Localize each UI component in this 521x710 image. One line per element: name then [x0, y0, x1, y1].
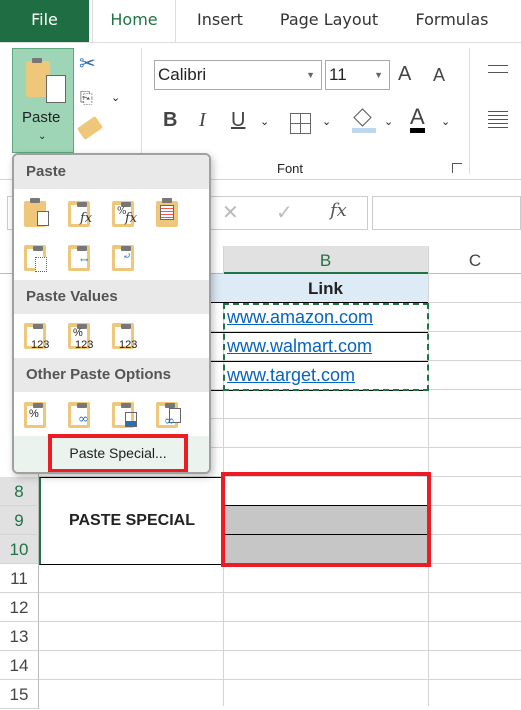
paste-link-icon[interactable]: ∞	[68, 398, 98, 430]
highlight-box-cells	[221, 472, 431, 567]
underline-button[interactable]: U	[231, 109, 245, 132]
row-header-9[interactable]: 9	[0, 506, 39, 535]
values-icon[interactable]: 123	[24, 319, 54, 351]
copy-marquee	[223, 303, 429, 391]
enter-icon[interactable]: ✓	[276, 200, 293, 224]
cell-b1[interactable]: Link	[223, 274, 428, 303]
formulas-number-format-icon[interactable]: % fx	[112, 197, 142, 229]
grow-font-button[interactable]: A	[398, 63, 411, 86]
fill-dropdown-icon[interactable]: ⌄	[384, 115, 393, 128]
row-header-15[interactable]: 15	[0, 680, 39, 709]
tab-page-layout[interactable]: Page Layout	[270, 0, 388, 42]
keep-source-formatting-icon[interactable]	[156, 197, 186, 229]
dropdown-arrow-icon: ▼	[306, 70, 315, 80]
copy-icon[interactable]: ⎘	[80, 88, 93, 108]
divider	[469, 48, 470, 174]
formulas-icon[interactable]: fx	[68, 197, 98, 229]
tab-home[interactable]: Home	[92, 0, 176, 43]
copy-dropdown-icon[interactable]: ⌄	[111, 91, 120, 104]
font-name-value: Calibri	[158, 65, 207, 84]
font-name-select[interactable]: Calibri ▼	[154, 60, 322, 90]
column-header-b[interactable]: B	[223, 246, 428, 274]
font-size-value: 11	[329, 65, 347, 84]
fill-color-icon[interactable]	[352, 108, 376, 133]
dialog-launcher-icon[interactable]	[452, 163, 462, 173]
paste-icon[interactable]	[24, 197, 54, 229]
borders-icon[interactable]	[290, 113, 311, 134]
cancel-icon[interactable]: ✕	[222, 200, 239, 224]
document-icon	[46, 75, 66, 103]
values-source-formatting-icon[interactable]: 123	[112, 319, 142, 351]
formula-input[interactable]	[372, 196, 521, 230]
no-borders-icon[interactable]	[24, 241, 54, 273]
tab-insert[interactable]: Insert	[182, 0, 258, 42]
section-other-paste-options: Other Paste Options	[14, 358, 209, 392]
font-color-button[interactable]: A	[410, 105, 425, 133]
font-group-label: Font	[277, 161, 304, 176]
font-size-select[interactable]: 11 ▼	[325, 60, 390, 90]
paste-button[interactable]: Paste ⌄	[12, 48, 74, 153]
row-header-14[interactable]: 14	[0, 651, 39, 680]
cut-icon[interactable]: ✂	[79, 51, 96, 75]
merged-cell-a8[interactable]: PASTE SPECIAL	[39, 477, 223, 565]
paste-special-menu-item[interactable]: Paste Special...	[48, 434, 188, 472]
row-header-11[interactable]: 11	[0, 564, 39, 593]
align-top-icon[interactable]	[488, 65, 508, 73]
tab-formulas[interactable]: Formulas	[400, 0, 504, 42]
section-paste-values: Paste Values	[14, 280, 209, 314]
paste-label: Paste	[22, 109, 61, 126]
bold-button[interactable]: B	[163, 109, 177, 132]
dropdown-arrow-icon: ▼	[374, 70, 383, 80]
row-header-8[interactable]: 8	[0, 477, 39, 506]
row-header-13[interactable]: 13	[0, 622, 39, 651]
row-header-12[interactable]: 12	[0, 593, 39, 622]
italic-button[interactable]: I	[199, 109, 206, 132]
shrink-font-button[interactable]: A	[433, 65, 445, 86]
insert-function-icon[interactable]: fx	[330, 200, 347, 221]
picture-icon[interactable]	[112, 398, 142, 430]
borders-dropdown-icon[interactable]: ⌄	[322, 115, 331, 128]
transpose-icon[interactable]: ⤾	[112, 241, 142, 273]
linked-picture-icon[interactable]: ∞	[156, 398, 186, 430]
column-header-c[interactable]: C	[428, 246, 521, 274]
font-color-dropdown-icon[interactable]: ⌄	[441, 115, 450, 128]
paste-dropdown-menu: Paste fx % fx ↔ ⤾ Paste Values 123 % 123 1…	[12, 153, 211, 474]
chevron-down-icon: ⌄	[38, 131, 47, 142]
align-middle-icon[interactable]	[488, 111, 508, 131]
values-number-format-icon[interactable]: % 123	[68, 319, 98, 351]
tab-file[interactable]: File	[0, 0, 89, 42]
underline-dropdown-icon[interactable]: ⌄	[260, 115, 269, 128]
format-painter-icon[interactable]	[76, 115, 104, 141]
section-paste: Paste	[14, 155, 209, 189]
formatting-icon[interactable]: %	[24, 398, 54, 430]
row-header-10[interactable]: 10	[0, 535, 39, 564]
keep-column-widths-icon[interactable]: ↔	[68, 241, 98, 273]
